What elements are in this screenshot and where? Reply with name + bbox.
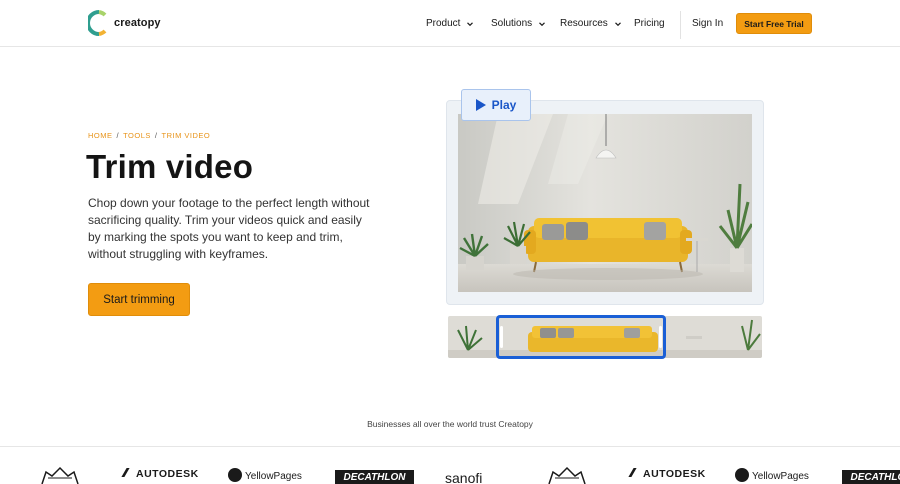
chevron-down-icon — [466, 20, 474, 28]
nav-solutions[interactable]: Solutions — [491, 17, 546, 30]
chevron-down-icon — [538, 20, 546, 28]
brand-logo-autodesk: AUTODESK — [628, 468, 706, 480]
creatopy-logo[interactable]: creatopy — [88, 9, 161, 37]
nav-divider — [680, 11, 681, 39]
nav-resources[interactable]: Resources — [560, 17, 622, 30]
nav-product-label: Product — [426, 18, 461, 29]
page-title: Trim video — [86, 148, 254, 185]
nav-resources-label: Resources — [560, 18, 608, 29]
nav-solutions-label: Solutions — [491, 18, 533, 29]
yellowpages-icon — [735, 468, 749, 482]
brand-logo-crest — [545, 466, 589, 484]
start-trimming-button[interactable]: Start trimming — [88, 283, 190, 316]
trim-handle-start[interactable] — [500, 326, 503, 348]
play-label: Play — [491, 98, 517, 112]
breadcrumb-tools[interactable]: TOOLS — [123, 131, 151, 140]
autodesk-mark-icon — [121, 468, 136, 477]
breadcrumb: HOME / TOOLS / TRIM VIDEO — [88, 131, 210, 140]
brand-logo-yellowpages: YellowPages — [228, 468, 302, 482]
trust-divider — [0, 446, 900, 447]
yellowpages-icon — [228, 468, 242, 482]
trust-text: Businesses all over the world trust Crea… — [367, 419, 533, 429]
start-free-trial-button[interactable]: Start Free Trial — [736, 13, 812, 34]
brand-logo-decathlon: DECATHLON — [842, 470, 900, 484]
sign-in-label: Sign In — [692, 18, 724, 29]
brand-logos: AUTODESK YellowPages DECATHLON sanofi AU… — [0, 462, 900, 484]
breadcrumb-home[interactable]: HOME — [88, 131, 113, 140]
breadcrumb-separator: / — [116, 131, 120, 140]
autodesk-mark-icon — [628, 468, 643, 477]
play-icon — [475, 99, 486, 111]
nav-product[interactable]: Product — [426, 17, 474, 30]
breadcrumb-separator: / — [154, 131, 158, 140]
trim-selection[interactable] — [496, 315, 666, 359]
chevron-down-icon — [614, 20, 622, 28]
logo-wordmark: creatopy — [114, 17, 161, 29]
site-header: creatopy Product Solutions Resources Pri… — [0, 0, 900, 47]
nav-pricing[interactable]: Pricing — [634, 17, 665, 30]
sign-in-link[interactable]: Sign In — [692, 17, 723, 30]
creatopy-logo-icon — [88, 10, 109, 36]
play-button[interactable]: Play — [461, 89, 531, 121]
trim-handle-end[interactable] — [659, 326, 662, 348]
brand-logo-yellowpages: YellowPages — [735, 468, 809, 482]
nav-pricing-label: Pricing — [634, 18, 665, 29]
brand-logo-decathlon: DECATHLON — [335, 470, 414, 484]
breadcrumb-current: TRIM VIDEO — [161, 131, 211, 140]
hero-description: Chop down your footage to the perfect le… — [88, 196, 370, 261]
brand-logo-crest — [38, 466, 82, 484]
video-preview-image — [458, 114, 752, 292]
brand-logo-sanofi: sanofi — [445, 470, 483, 484]
brand-logo-autodesk: AUTODESK — [121, 468, 199, 480]
